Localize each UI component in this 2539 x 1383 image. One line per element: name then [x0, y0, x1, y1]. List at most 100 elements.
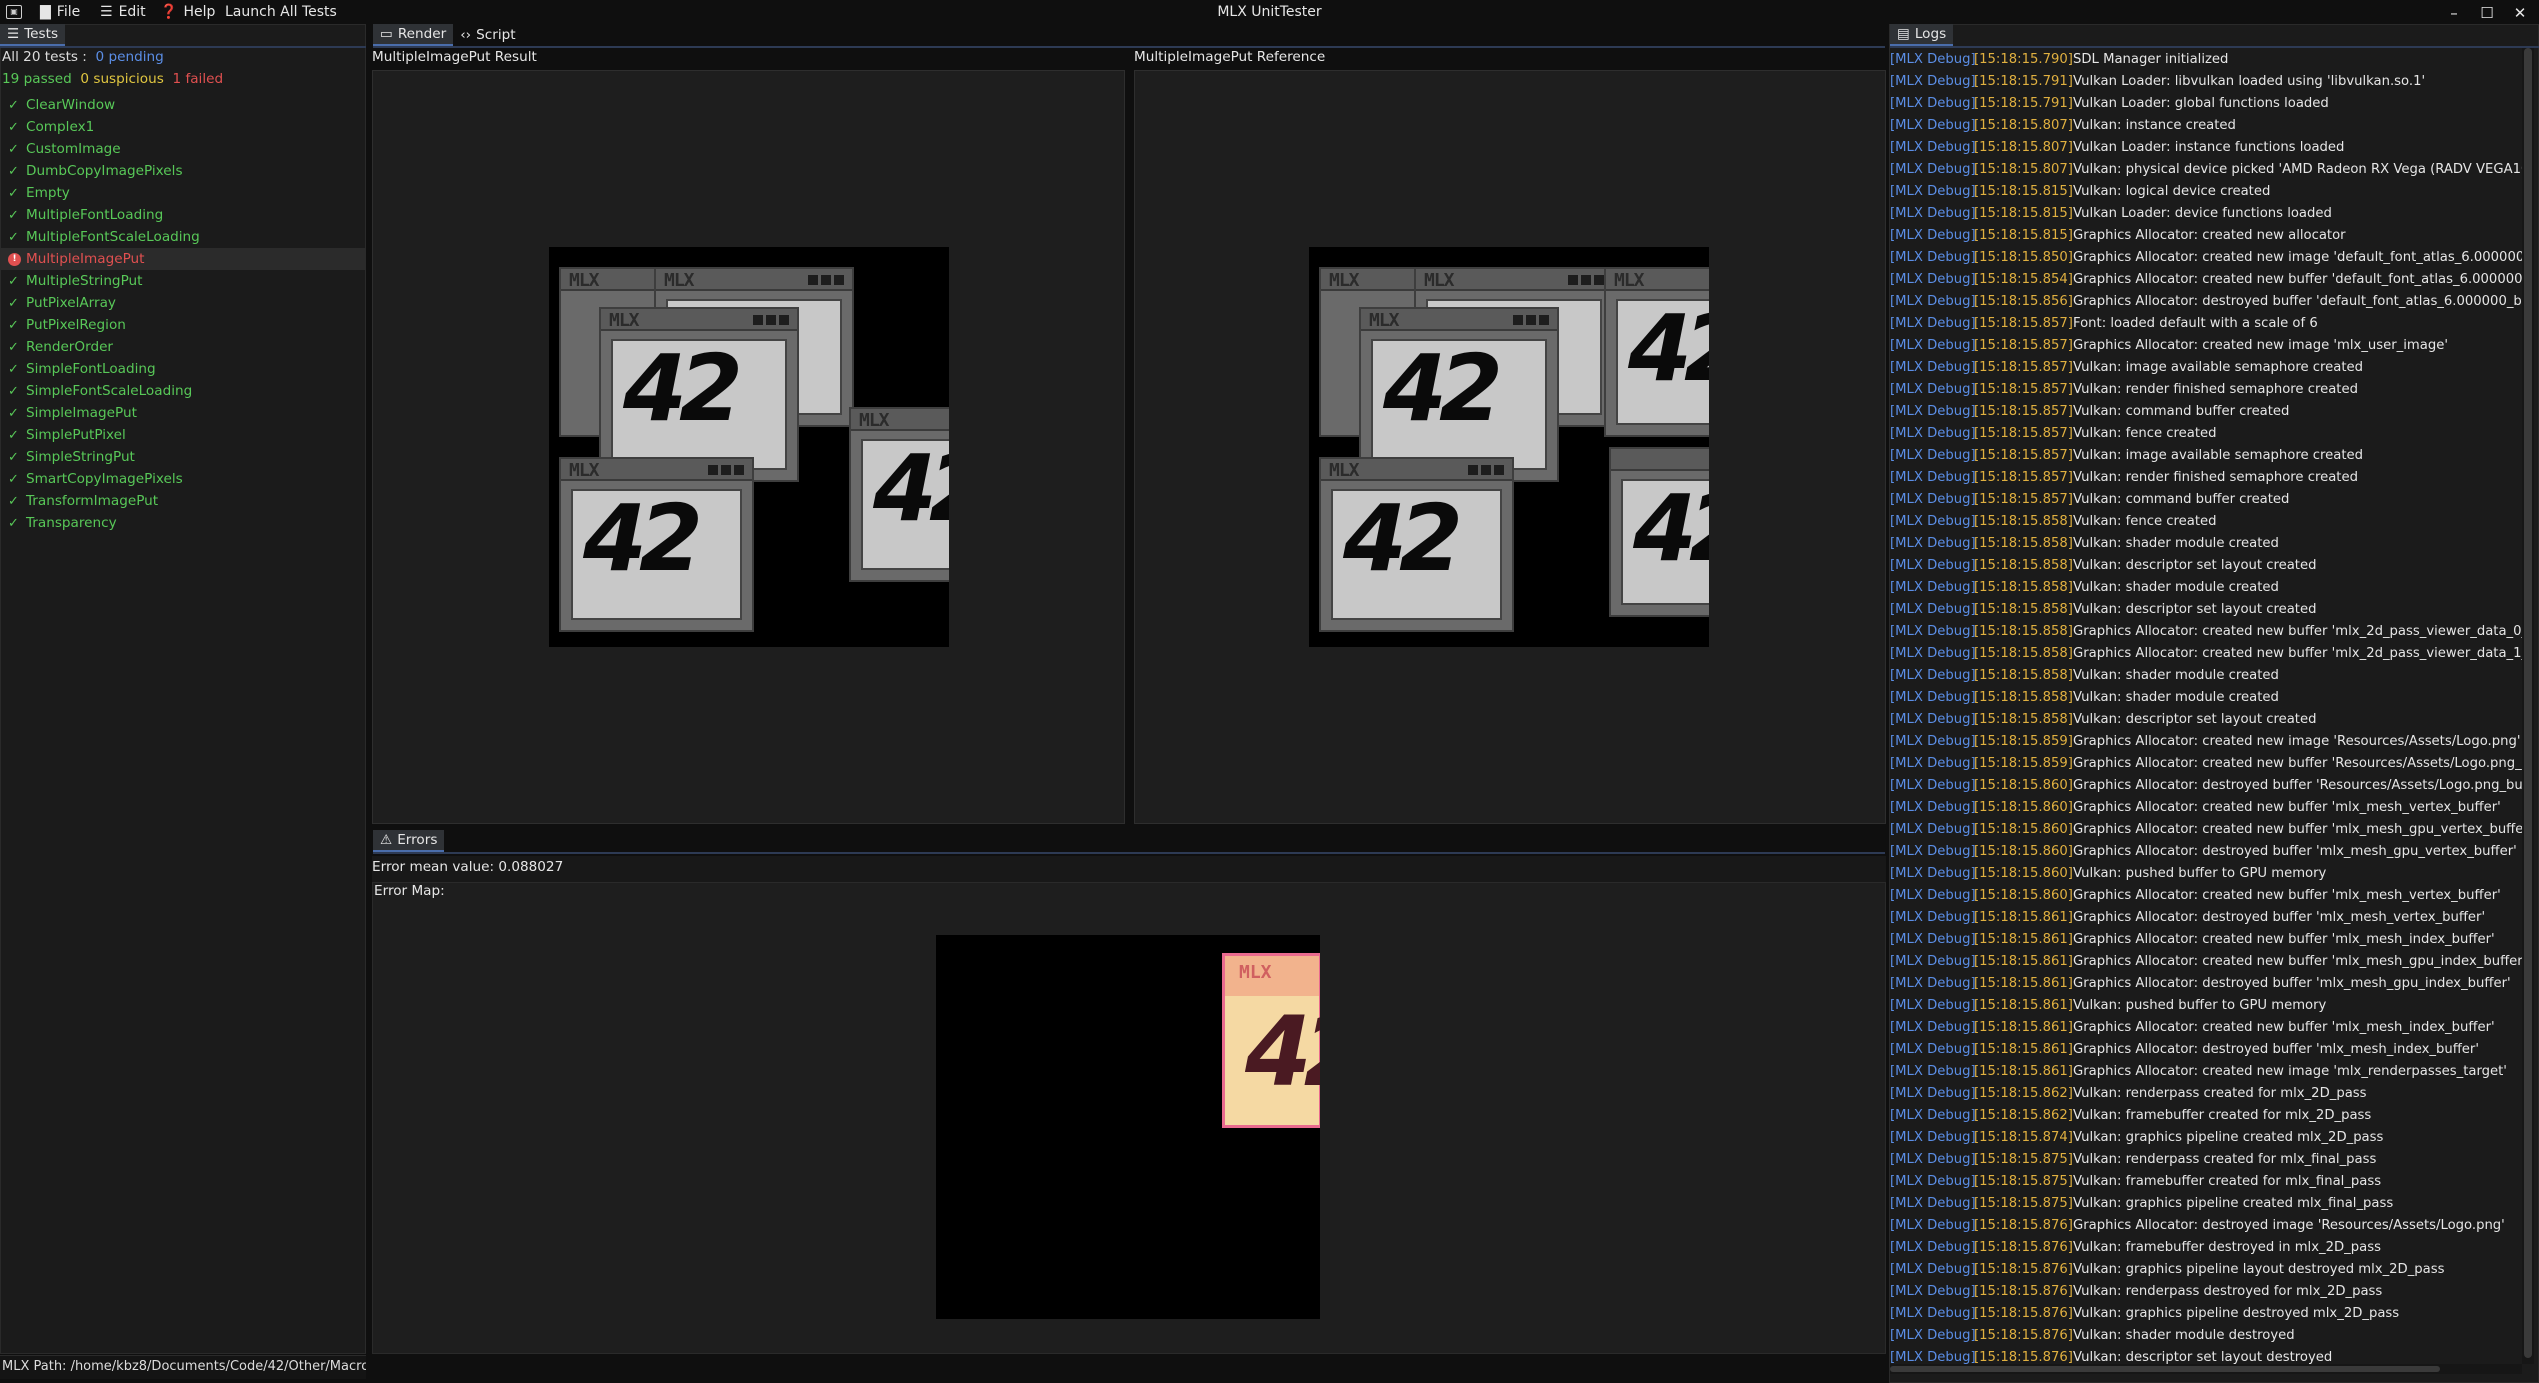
menu-file[interactable]: ▇ File [40, 4, 80, 20]
logs-vertical-scroll-thumb[interactable] [2524, 48, 2532, 1358]
log-timestamp: [15:18:15.807] [1974, 139, 2073, 155]
test-item[interactable]: ✓ CustomImage [0, 138, 366, 160]
reference-label: MultipleImagePut Reference [1134, 49, 1326, 65]
log-list[interactable]: [MLX Debug] [15:18:15.790] SDL Manager ini… [1890, 48, 2522, 1365]
test-item[interactable]: ✓ Complex1 [0, 116, 366, 138]
error-map-diff-region: MLX 42 [1222, 953, 1320, 1128]
log-entry: [MLX Debug] [15:18:15.857] Vulkan: fence c… [1890, 422, 2522, 444]
launch-all-tests-button[interactable]: Launch All Tests [225, 4, 337, 20]
checkmark-icon: ✓ [8, 229, 19, 245]
log-entry: [MLX Debug] [15:18:15.858] Graphics Alloca… [1890, 620, 2522, 642]
log-timestamp: [15:18:15.858] [1974, 557, 2073, 573]
log-level: [MLX Debug] [1890, 865, 1976, 881]
log-message: Vulkan: framebuffer created for mlx_2D_p… [2073, 1107, 2372, 1123]
checkmark-icon: ✓ [8, 141, 19, 157]
log-level: [MLX Debug] [1890, 1107, 1976, 1123]
test-item[interactable]: ✓ Transparency [0, 512, 366, 534]
menu-edit[interactable]: ☰ Edit [100, 4, 146, 20]
tests-summary-status: 19 passed 0 suspicious 1 failed [2, 71, 223, 87]
test-item[interactable]: ✓ MultipleFontLoading [0, 204, 366, 226]
test-item[interactable]: ✓ TransformImagePut [0, 490, 366, 512]
log-level: [MLX Debug] [1890, 1129, 1976, 1145]
test-item[interactable]: ✓ SmartCopyImagePixels [0, 468, 366, 490]
tab-errors[interactable]: ⚠ Errors [373, 830, 445, 852]
log-message: Vulkan: descriptor set layout destroyed [2073, 1349, 2333, 1365]
minimize-button[interactable]: – [2441, 2, 2467, 24]
close-button[interactable]: ✕ [2507, 2, 2533, 24]
log-level: [MLX Debug] [1890, 205, 1976, 221]
log-message: Vulkan: render finished semaphore create… [2073, 381, 2358, 397]
error-list-icon: ⚠ [380, 832, 393, 848]
log-entry: [MLX Debug] [15:18:15.876] Vulkan: descrip… [1890, 1346, 2522, 1365]
log-entry: [MLX Debug] [15:18:15.876] Vulkan: graphic… [1890, 1302, 2522, 1324]
reference-canvas: MLX MLX MLX 42 MLX 42 42 MLX 42 [1309, 247, 1709, 647]
test-item[interactable]: ✓ SimplePutPixel [0, 424, 366, 446]
log-message: Graphics Allocator: created new image 'm… [2073, 337, 2448, 353]
log-level: [MLX Debug] [1890, 1019, 1976, 1035]
log-message: Vulkan: fence created [2073, 425, 2217, 441]
log-entry: [MLX Debug] [15:18:15.860] Graphics Alloca… [1890, 774, 2522, 796]
log-message: Vulkan: graphics pipeline destroyed mlx_… [2073, 1305, 2400, 1321]
maximize-button[interactable]: ☐ [2474, 2, 2500, 24]
menu-file-label: File [56, 4, 81, 20]
log-level: [MLX Debug] [1890, 381, 1976, 397]
log-entry: [MLX Debug] [15:18:15.861] Graphics Alloca… [1890, 906, 2522, 928]
test-item[interactable]: ✓ SimpleFontLoading [0, 358, 366, 380]
log-level: [MLX Debug] [1890, 95, 1976, 111]
logs-vertical-scrollbar[interactable] [2522, 48, 2534, 1364]
tab-tests[interactable]: ☰ Tests [0, 24, 66, 46]
tab-script[interactable]: ‹› Script [453, 24, 522, 46]
test-item[interactable]: ✓ PutPixelRegion [0, 314, 366, 336]
log-entry: [MLX Debug] [15:18:15.858] Vulkan: descrip… [1890, 598, 2522, 620]
log-timestamp: [15:18:15.861] [1974, 1019, 2073, 1035]
mlx-window-image: MLX 42 [1604, 267, 1709, 437]
test-item[interactable]: ✓ RenderOrder [0, 336, 366, 358]
log-level: [MLX Debug] [1890, 645, 1976, 661]
title-bar: ▣ ▇ File ☰ Edit ❓ Help Launch All Tests … [0, 0, 2539, 26]
test-item[interactable]: ✓ MultipleStringPut [0, 270, 366, 292]
test-item[interactable]: ✓ MultipleFontScaleLoading [0, 226, 366, 248]
log-message: Vulkan: image available semaphore create… [2073, 447, 2363, 463]
log-level: [MLX Debug] [1890, 1305, 1976, 1321]
log-level: [MLX Debug] [1890, 909, 1976, 925]
logs-horizontal-scroll-thumb[interactable] [1890, 1366, 2440, 1372]
log-message: Vulkan: descriptor set layout created [2073, 557, 2317, 573]
log-level: [MLX Debug] [1890, 689, 1976, 705]
menu-help[interactable]: ❓ Help [160, 4, 215, 20]
center-tabstrip: ▭ Render ‹› Script [373, 24, 523, 46]
log-level: [MLX Debug] [1890, 51, 1976, 67]
test-item[interactable]: ✓ DumbCopyImagePixels [0, 160, 366, 182]
logs-horizontal-scrollbar[interactable] [1890, 1364, 2522, 1374]
log-level: [MLX Debug] [1890, 975, 1976, 991]
test-item[interactable]: ✓ PutPixelArray [0, 292, 366, 314]
test-item[interactable]: ✓ ClearWindow [0, 94, 366, 116]
test-item[interactable]: ✓ Empty [0, 182, 366, 204]
test-item-label: Transparency [26, 515, 117, 531]
tab-logs[interactable]: ▤ Logs [1890, 24, 1954, 46]
tab-logs-label: Logs [1914, 26, 1947, 42]
log-entry: [MLX Debug] [15:18:15.860] Vulkan: pushed … [1890, 862, 2522, 884]
test-item[interactable]: ✓ SimpleStringPut [0, 446, 366, 468]
log-timestamp: [15:18:15.861] [1974, 1063, 2073, 1079]
log-entry: [MLX Debug] [15:18:15.854] Graphics Alloca… [1890, 268, 2522, 290]
log-level: [MLX Debug] [1890, 425, 1976, 441]
test-item[interactable]: ✓ SimpleImagePut [0, 402, 366, 424]
log-message: Graphics Allocator: created new buffer '… [2073, 953, 2522, 969]
log-message: Vulkan: shader module created [2073, 535, 2279, 551]
checkmark-icon: ✓ [8, 449, 19, 465]
log-timestamp: [15:18:15.857] [1974, 403, 2073, 419]
log-level: [MLX Debug] [1890, 73, 1976, 89]
mlx-window-image: MLX 42 [559, 457, 754, 632]
test-item[interactable]: ✓ SimpleFontScaleLoading [0, 380, 366, 402]
log-entry: [MLX Debug] [15:18:15.858] Vulkan: shader … [1890, 686, 2522, 708]
log-message: Vulkan: pushed buffer to GPU memory [2073, 865, 2327, 881]
checkmark-icon: ✓ [8, 295, 19, 311]
log-entry: [MLX Debug] [15:18:15.876] Graphics Alloca… [1890, 1214, 2522, 1236]
log-level: [MLX Debug] [1890, 579, 1976, 595]
tests-summary-total: All 20 tests : 0 pending [2, 49, 164, 65]
log-entry: [MLX Debug] [15:18:15.815] Vulkan: logical… [1890, 180, 2522, 202]
log-timestamp: [15:18:15.858] [1974, 601, 2073, 617]
tab-render[interactable]: ▭ Render [373, 24, 454, 46]
log-level: [MLX Debug] [1890, 931, 1976, 947]
test-item[interactable]: ! MultipleImagePut [0, 248, 366, 270]
